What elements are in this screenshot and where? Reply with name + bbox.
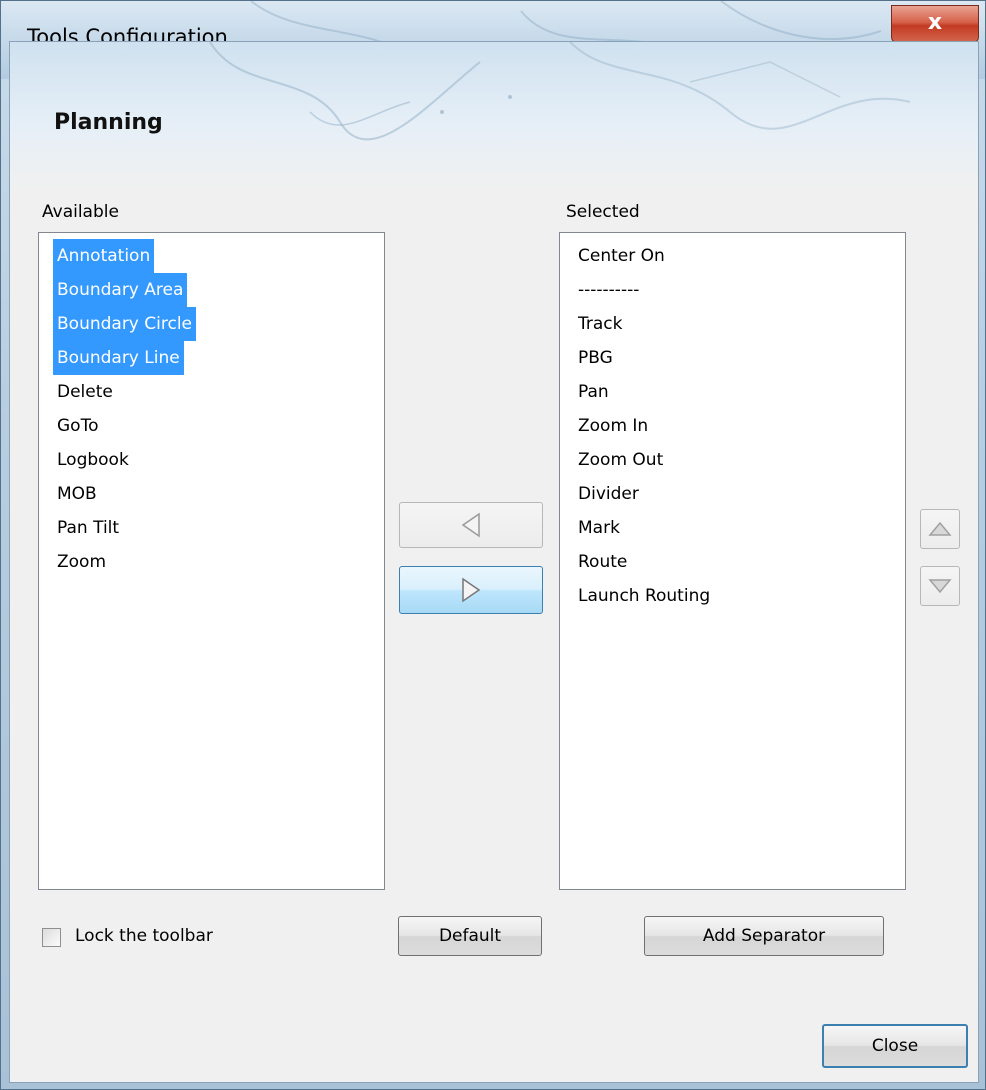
available-listbox[interactable]: Annotation Boundary Area Boundary Circle Bo… [38,232,385,890]
header-banner: Planning [10,42,978,192]
default-button[interactable]: Default [398,916,542,956]
close-icon: x [927,10,943,35]
available-list-item[interactable]: Zoom [53,545,110,579]
available-list-item[interactable]: MOB [53,477,101,511]
move-down-button[interactable] [920,566,960,606]
selected-list-item[interactable]: Route [574,545,631,579]
lock-toolbar-checkbox[interactable] [42,928,61,947]
available-list-item[interactable]: Logbook [53,443,133,477]
selected-list-item[interactable]: Zoom Out [574,443,667,477]
selected-label: Selected [566,202,640,222]
selected-list-item[interactable]: Mark [574,511,624,545]
tools-configuration-dialog: Tools Configuration x Planning Available… [0,0,986,1090]
selected-list-item[interactable]: Track [574,307,626,341]
selected-list-item[interactable]: ---------- [574,273,643,307]
selected-list-item[interactable]: Zoom In [574,409,652,443]
available-list-item[interactable]: Boundary Circle [53,307,197,341]
available-label: Available [42,202,119,222]
available-list-item[interactable]: Pan Tilt [53,511,123,545]
right-triangle-icon [462,577,481,603]
available-list-item[interactable]: Annotation [53,239,155,273]
selected-list-item[interactable]: PBG [574,341,617,375]
down-triangle-icon [928,579,952,594]
page-heading: Planning [54,110,163,135]
add-separator-button[interactable]: Add Separator [644,916,884,956]
move-up-button[interactable] [920,509,960,549]
selected-list-item[interactable]: Launch Routing [574,579,714,613]
add-tool-button[interactable] [399,566,543,614]
up-triangle-icon [928,521,952,536]
selected-list-item[interactable]: Pan [574,375,613,409]
dialog-content: Planning Available Annotation Boundary Ar… [9,41,979,1083]
left-triangle-icon [461,512,480,538]
close-button[interactable]: Close [822,1024,968,1068]
remove-tool-button[interactable] [399,502,543,548]
close-window-button[interactable]: x [891,5,979,43]
available-list-item[interactable]: Boundary Line [53,341,184,375]
available-list-item[interactable]: Delete [53,375,117,409]
selected-list-item[interactable]: Divider [574,477,643,511]
selected-list-item[interactable]: Center On [574,239,669,273]
available-list-item[interactable]: GoTo [53,409,102,443]
selected-listbox[interactable]: Center On ---------- Track PBG Pan Zoom In Zoo… [559,232,906,890]
lock-toolbar-label[interactable]: Lock the toolbar [75,926,213,946]
available-list-item[interactable]: Boundary Area [53,273,188,307]
